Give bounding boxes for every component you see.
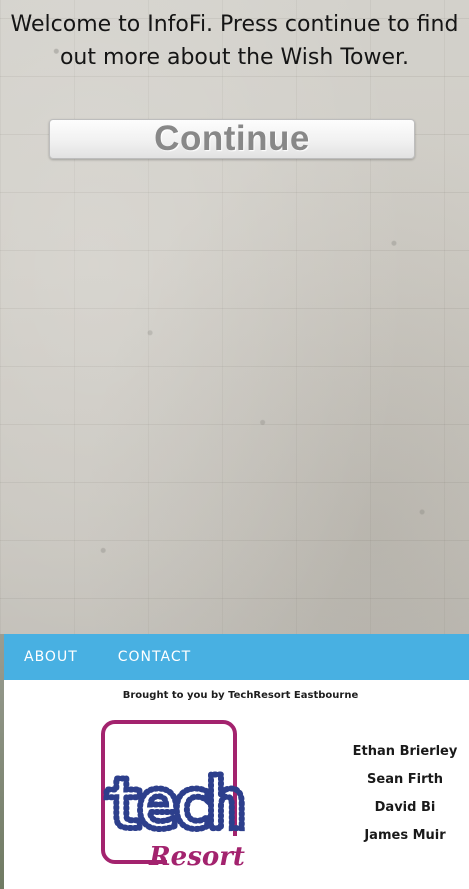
team-member: Sean Firth [367, 772, 443, 787]
team-members-list: Ethan Brierley Sean Firth David Bi James… [340, 738, 469, 850]
team-member: David Bi [374, 800, 436, 815]
team-member: James Muir [364, 828, 446, 843]
welcome-message: Welcome to InfoFi. Press continue to fin… [10, 12, 459, 70]
continue-button-label: Continue [154, 119, 310, 158]
footer-panel: ABOUT CONTACT Brought to you by TechReso… [4, 634, 469, 889]
continue-button[interactable]: Continue [49, 119, 415, 159]
logo-tech-text: tech [103, 763, 242, 845]
team-member: Ethan Brierley [352, 744, 458, 759]
techresort-logo: tech Resort [100, 720, 245, 872]
nav-item-contact[interactable]: CONTACT [98, 649, 211, 665]
nav-item-about[interactable]: ABOUT [4, 649, 98, 665]
logo-resort-text: Resort [148, 842, 245, 872]
background-texture [0, 0, 469, 640]
brought-to-you-text: Brought to you by TechResort Eastbourne [122, 690, 359, 701]
nav-bar: ABOUT CONTACT [4, 634, 469, 680]
